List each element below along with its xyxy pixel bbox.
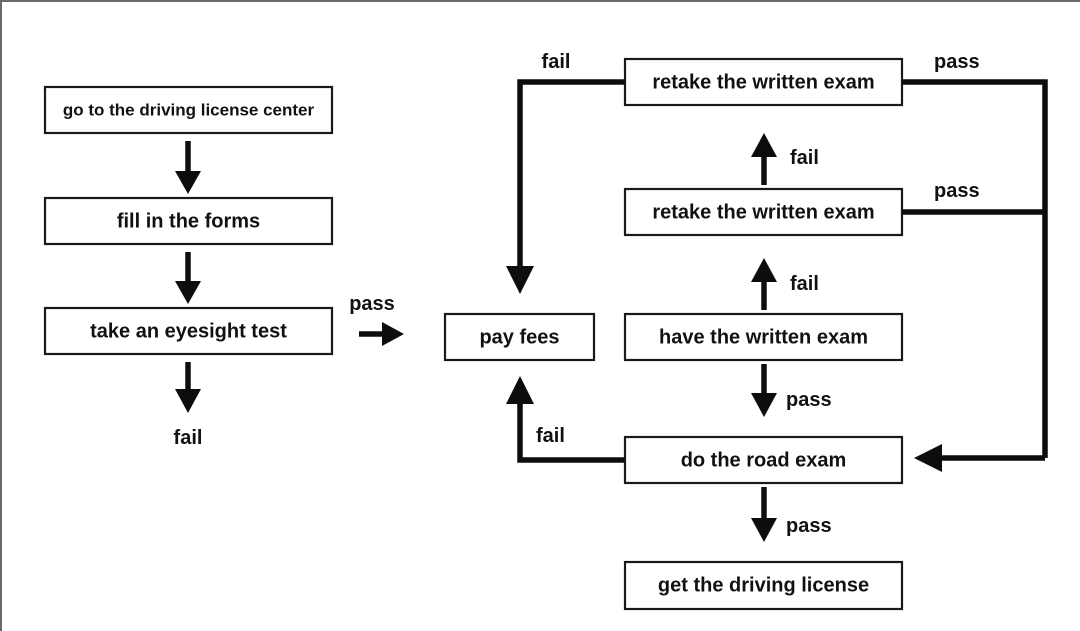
edge-label-eyesight-pass: pass [349,293,395,315]
edge-label-eyesight-fail: fail [174,427,203,449]
edge-forms-to-eyesight [175,252,201,304]
edge-written-pass-to-road [751,364,777,417]
edge-road-pass-to-license [751,487,777,542]
edge-label-retake-top-fail: fail [542,51,571,73]
edge-label-road-pass: pass [786,515,832,537]
edge-label-retake-middle-pass: pass [934,180,980,202]
flowchart-canvas: go to the driving license center fill in… [0,0,1080,631]
edge-label-retake-top-pass: pass [934,51,980,73]
node-retake-written-exam-top[interactable]: retake the written exam [623,57,904,107]
node-take-eyesight-test[interactable]: take an eyesight test [43,306,334,356]
node-label-fill-in-forms: fill in the forms [117,210,260,232]
node-get-driving-license[interactable]: get the driving license [623,560,904,611]
node-fill-in-forms[interactable]: fill in the forms [43,196,334,246]
node-go-to-center[interactable]: go to the driving license center [43,85,334,135]
node-label-get-driving-license: get the driving license [658,574,869,596]
edge-retake-middle-fail-to-top [751,133,777,185]
edge-label-written-pass: pass [786,389,832,411]
edge-right-rail-arrow-into-road [914,444,1045,472]
edge-label-written-fail-lower: fail [790,273,819,295]
node-pay-fees[interactable]: pay fees [443,312,596,362]
node-label-retake-written-exam-middle: retake the written exam [652,201,874,223]
node-label-retake-written-exam-top: retake the written exam [652,71,874,93]
edge-road-fail-to-pay-fees [506,376,625,463]
edge-retake-top-pass-to-road [902,79,1048,458]
edge-eyesight-pass [359,322,404,346]
edge-label-retake-fail-upper: fail [790,147,819,169]
node-retake-written-exam-middle[interactable]: retake the written exam [623,187,904,237]
node-label-go-to-center: go to the driving license center [63,100,315,119]
node-do-road-exam[interactable]: do the road exam [623,435,904,485]
edge-label-road-fail: fail [536,425,565,447]
edge-eyesight-fail [175,362,201,413]
edge-center-to-forms [175,141,201,194]
node-label-take-eyesight-test: take an eyesight test [90,320,287,342]
node-have-written-exam[interactable]: have the written exam [623,312,904,362]
node-label-do-road-exam: do the road exam [681,449,847,471]
node-label-have-written-exam: have the written exam [659,326,868,348]
edge-retake-top-fail-to-pay-fees [506,79,625,294]
node-label-pay-fees: pay fees [479,326,559,348]
edge-written-fail-to-retake-middle [751,258,777,310]
flowchart-svg: go to the driving license center fill in… [43,51,1048,611]
